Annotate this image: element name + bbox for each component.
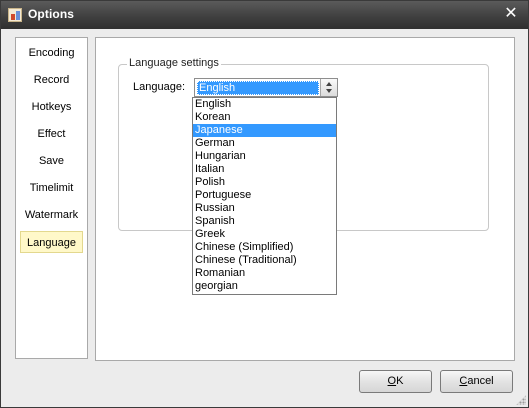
cancel-button[interactable]: Cancel — [440, 370, 513, 393]
nav-item-save[interactable]: Save — [20, 150, 83, 172]
language-label: Language: — [133, 81, 185, 93]
combobox-spin-button[interactable] — [320, 79, 337, 96]
ok-label-rest: K — [396, 375, 404, 387]
resize-grip-icon[interactable] — [516, 395, 526, 405]
language-combobox-value[interactable]: English — [197, 81, 319, 95]
group-title: Language settings — [127, 57, 221, 69]
ok-mnemonic: O — [387, 375, 397, 387]
nav-item-effect[interactable]: Effect — [20, 123, 83, 145]
language-option[interactable]: Russian — [193, 202, 336, 215]
language-option-highlighted[interactable]: Japanese — [193, 124, 336, 137]
language-option[interactable]: Romanian — [193, 267, 336, 280]
language-option[interactable]: Korean — [193, 111, 336, 124]
title-bar[interactable]: Options ✕ — [1, 1, 528, 29]
nav-item-timelimit[interactable]: Timelimit — [20, 177, 83, 199]
arrow-up-icon — [326, 82, 332, 86]
options-window: Options ✕ Encoding Record Hotkeys Effect… — [0, 0, 529, 408]
options-nav: Encoding Record Hotkeys Effect Save Time… — [15, 37, 88, 359]
language-option[interactable]: georgian — [193, 280, 336, 293]
nav-item-hotkeys[interactable]: Hotkeys — [20, 96, 83, 118]
language-option[interactable]: Portuguese — [193, 189, 336, 202]
nav-item-encoding[interactable]: Encoding — [20, 42, 83, 64]
nav-item-record[interactable]: Record — [20, 69, 83, 91]
language-option[interactable]: Polish — [193, 176, 336, 189]
language-option[interactable]: Spanish — [193, 215, 336, 228]
language-option[interactable]: German — [193, 137, 336, 150]
nav-item-language[interactable]: Language — [20, 231, 83, 253]
arrow-down-icon — [326, 89, 332, 93]
cancel-label-rest: ancel — [467, 375, 494, 387]
close-icon[interactable]: ✕ — [502, 5, 520, 23]
language-option[interactable]: Chinese (Traditional) — [193, 254, 336, 267]
nav-item-watermark[interactable]: Watermark — [20, 204, 83, 226]
window-title: Options — [28, 7, 75, 21]
language-option[interactable]: Chinese (Simplified) — [193, 241, 336, 254]
language-dropdown-list[interactable]: English Korean Japanese German Hungarian… — [192, 97, 337, 295]
language-option[interactable]: Greek — [193, 228, 336, 241]
app-icon — [8, 8, 22, 22]
ok-button[interactable]: OK — [359, 370, 432, 393]
language-combobox[interactable]: English — [194, 78, 338, 97]
language-option[interactable]: Hungarian — [193, 150, 336, 163]
language-option[interactable]: English — [193, 98, 336, 111]
language-option[interactable]: Italian — [193, 163, 336, 176]
